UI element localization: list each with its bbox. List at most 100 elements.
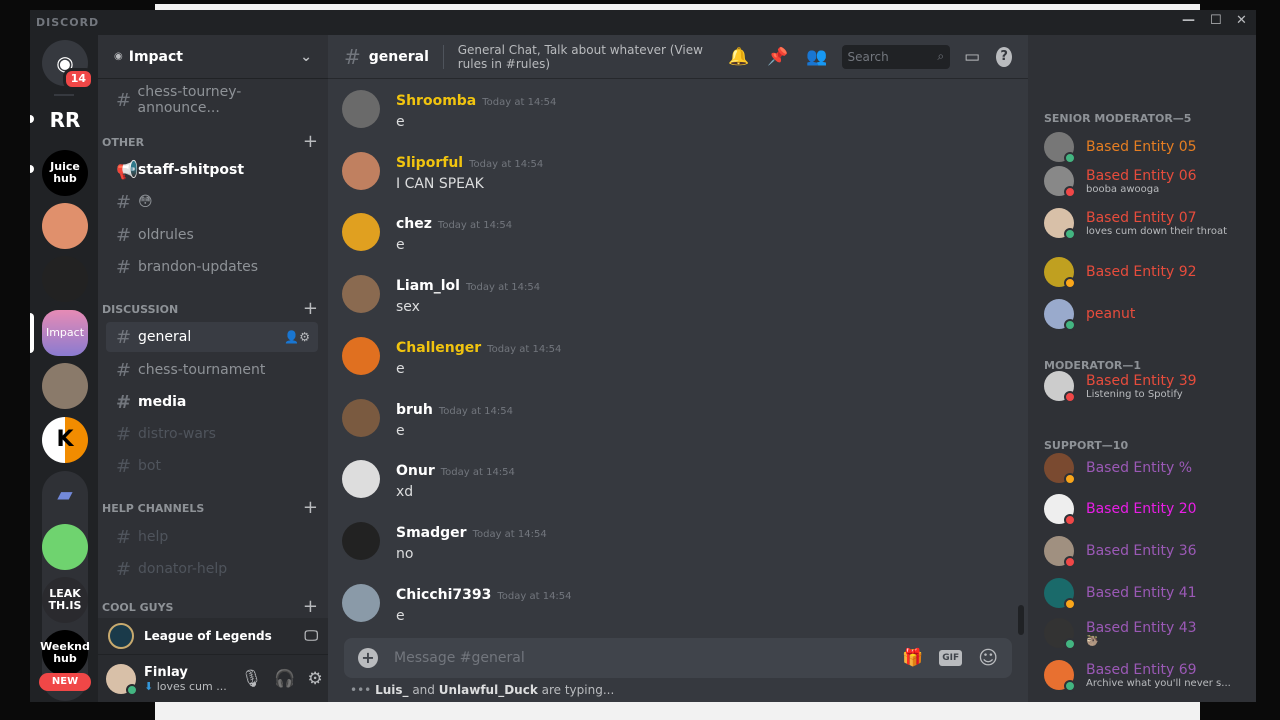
add-channel-icon[interactable]: + bbox=[303, 596, 318, 617]
member-item[interactable]: Based Entity 41 bbox=[1044, 578, 1197, 610]
server-green[interactable] bbox=[42, 524, 88, 570]
member-list: SENIOR MODERATOR—5 MODERATOR—1 SUPPORT—1… bbox=[1028, 35, 1256, 702]
scrollbar[interactable] bbox=[1018, 605, 1024, 635]
minimize-button[interactable]: — bbox=[1182, 13, 1196, 28]
hash-icon: # bbox=[116, 89, 132, 111]
microphone-icon[interactable]: 🎙 bbox=[241, 669, 263, 689]
server-person[interactable] bbox=[42, 363, 88, 409]
channel-label: help bbox=[138, 529, 169, 545]
message-author[interactable]: chez bbox=[396, 216, 432, 232]
channel-item[interactable]: # help bbox=[106, 522, 318, 552]
mobile-status-icon bbox=[1064, 319, 1076, 331]
member-item[interactable]: Based Entity 92 bbox=[1044, 257, 1197, 289]
stream-icon[interactable]: 🖵 bbox=[305, 628, 319, 644]
channel-item[interactable]: # bot bbox=[106, 451, 318, 481]
hash-icon: # bbox=[116, 423, 132, 445]
channel-item[interactable]: # 😳 bbox=[106, 187, 318, 217]
message-timestamp: Today at 14:54 bbox=[472, 528, 547, 540]
category-cool-guys[interactable]: COOL GUYS + bbox=[102, 596, 318, 617]
member-item[interactable]: Based Entity 36 bbox=[1044, 536, 1197, 568]
custom-status-emoji: ⬇ bbox=[144, 679, 154, 693]
search-input[interactable]: Search ⌕ bbox=[841, 44, 951, 69]
avatar[interactable] bbox=[342, 336, 380, 375]
guild-header[interactable]: ◉ Impact ⌄ bbox=[98, 35, 328, 79]
gift-icon[interactable]: 🎁 bbox=[902, 648, 923, 668]
message-author[interactable]: Challenger bbox=[396, 340, 481, 356]
member-status: Listening to Spotify bbox=[1086, 388, 1183, 400]
member-item[interactable]: Based Entity % bbox=[1044, 453, 1192, 485]
add-channel-icon[interactable]: + bbox=[303, 497, 318, 518]
avatar[interactable] bbox=[342, 521, 380, 560]
member-item[interactable]: Based Entity 06 booba awooga bbox=[1044, 166, 1197, 198]
close-button[interactable]: ✕ bbox=[1236, 13, 1248, 28]
server-k[interactable]: K bbox=[42, 417, 88, 463]
category-other[interactable]: OTHER + bbox=[102, 131, 318, 152]
add-channel-icon[interactable]: + bbox=[303, 298, 318, 319]
emoji-icon[interactable]: ☺ bbox=[978, 647, 998, 669]
avatar[interactable] bbox=[342, 213, 380, 252]
server-cat[interactable] bbox=[42, 256, 88, 302]
server-weeknd-hub[interactable]: Weeknd hub bbox=[40, 630, 90, 676]
member-item[interactable]: Based Entity 43 🦥 bbox=[1044, 618, 1197, 650]
avatar[interactable] bbox=[342, 398, 380, 437]
member-item[interactable]: Based Entity 05 bbox=[1044, 132, 1197, 164]
message-author[interactable]: Smadger bbox=[396, 525, 467, 541]
member-item[interactable]: peanut bbox=[1044, 299, 1135, 331]
member-item[interactable]: Based Entity 39 Listening to Spotify bbox=[1044, 371, 1197, 403]
home-button[interactable]: ◉ 14 bbox=[42, 40, 94, 90]
message-author[interactable]: Shroomba bbox=[396, 93, 476, 109]
headphones-icon[interactable]: 🎧 bbox=[274, 669, 295, 689]
settings-gear-icon[interactable]: ⚙ bbox=[308, 669, 323, 689]
channel-item[interactable]: # distro-wars bbox=[106, 419, 318, 449]
message-author[interactable]: Sliporful bbox=[396, 155, 463, 171]
member-name: Based Entity 39 bbox=[1086, 372, 1197, 389]
search-icon: ⌕ bbox=[937, 49, 945, 63]
avatar[interactable] bbox=[342, 460, 380, 499]
server-juice-hub[interactable]: Juice hub bbox=[42, 150, 88, 196]
invite-and-settings-icons[interactable]: 👤⚙ bbox=[284, 330, 310, 344]
channel-item[interactable]: # media bbox=[106, 387, 318, 417]
member-item[interactable]: Based Entity 07 loves cum down their thro… bbox=[1044, 208, 1227, 240]
folder-icon[interactable]: ▰ bbox=[42, 471, 88, 517]
message-author[interactable]: Liam_lol bbox=[396, 278, 460, 294]
server-rr[interactable]: RR bbox=[42, 97, 88, 143]
server-leak-this[interactable]: LEAK TH.IS bbox=[42, 577, 88, 623]
channel-item[interactable]: 📢 staff-shitpost bbox=[106, 155, 318, 185]
server-face[interactable] bbox=[42, 203, 88, 249]
message-input-placeholder[interactable]: Message #general bbox=[394, 650, 525, 666]
avatar[interactable] bbox=[342, 90, 380, 128]
category-help[interactable]: HELP CHANNELS + bbox=[102, 497, 318, 518]
channel-item[interactable]: # donator-help bbox=[106, 554, 318, 584]
help-icon[interactable]: ? bbox=[996, 46, 1012, 67]
avatar[interactable] bbox=[342, 151, 380, 190]
add-channel-icon[interactable]: + bbox=[303, 131, 318, 152]
avatar[interactable] bbox=[106, 663, 138, 696]
member-list-icon[interactable]: 👥 bbox=[806, 47, 827, 67]
pin-icon[interactable]: 📌 bbox=[767, 47, 788, 67]
message-author[interactable]: Onur bbox=[396, 463, 435, 479]
member-item[interactable]: Based Entity 69 Archive what you'll never… bbox=[1044, 660, 1231, 692]
avatar[interactable] bbox=[342, 275, 380, 314]
channel-item[interactable]: # chess-tourney-announce... bbox=[106, 84, 318, 116]
channel-item[interactable]: # oldrules bbox=[106, 220, 318, 250]
channel-item[interactable]: # chess-tournament bbox=[106, 355, 318, 385]
inbox-icon[interactable]: ▭ bbox=[964, 47, 980, 67]
add-attachment-icon[interactable]: + bbox=[358, 648, 378, 668]
message-author[interactable]: bruh bbox=[396, 402, 433, 418]
message-composer[interactable]: + Message #general 🎁 GIF ☺ bbox=[344, 638, 1012, 678]
message-text: no bbox=[396, 545, 414, 562]
gif-button[interactable]: GIF bbox=[939, 650, 963, 666]
bell-icon[interactable]: 🔔 bbox=[728, 47, 749, 67]
channel-label: 😳 bbox=[138, 194, 153, 210]
server-impact[interactable]: Impact bbox=[42, 310, 88, 356]
avatar bbox=[1044, 299, 1076, 331]
channel-item-general[interactable]: # general 👤⚙ bbox=[106, 322, 318, 352]
avatar[interactable] bbox=[342, 583, 380, 622]
channel-item[interactable]: # brandon-updates bbox=[106, 252, 318, 282]
maximize-button[interactable]: ☐ bbox=[1210, 13, 1223, 28]
member-item[interactable]: Based Entity 20 bbox=[1044, 494, 1197, 526]
hash-icon: # bbox=[116, 359, 132, 381]
message-author[interactable]: Chicchi7393 bbox=[396, 587, 491, 603]
category-discussion[interactable]: DISCUSSION + bbox=[102, 298, 318, 319]
channel-topic[interactable]: General Chat, Talk about whatever (View … bbox=[458, 43, 728, 71]
